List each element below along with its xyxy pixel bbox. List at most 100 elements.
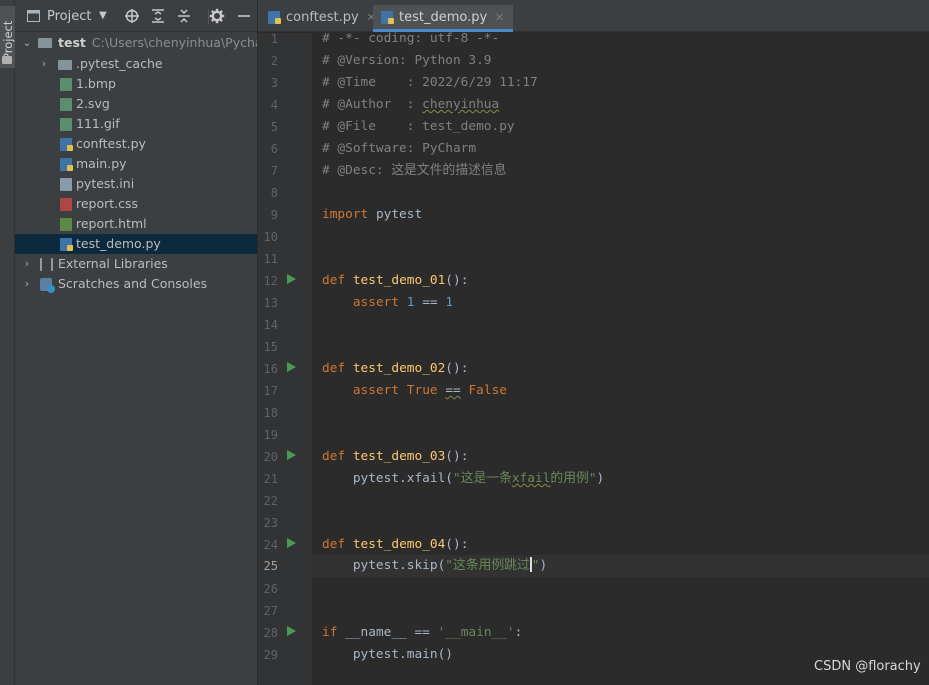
tree-item-label: External Libraries xyxy=(58,256,168,271)
code-line-5: # @File : test_demo.py xyxy=(322,119,515,134)
tree-item-label: report.css xyxy=(76,196,139,211)
string-literal: "这条用例跳过 xyxy=(445,558,530,573)
image-file-icon xyxy=(60,98,72,111)
line-number: 4 xyxy=(270,98,278,112)
keyword: True xyxy=(406,383,438,398)
line-number: 23 xyxy=(263,516,278,530)
tree-item-conftest-py[interactable]: conftest.py xyxy=(15,134,257,154)
line-number: 8 xyxy=(270,186,278,200)
root-folder-path: C:\Users\chenyinhua\Pycharm xyxy=(91,35,257,50)
code-line-13: assert 1 == 1 xyxy=(322,292,453,314)
function-name: test_demo_03 xyxy=(352,449,446,464)
project-panel: Project ▼ ⌄ test C:\Users\chenyinhua\Pyc… xyxy=(15,0,258,685)
tree-item-label: .pytest_cache xyxy=(76,56,163,71)
project-window-icon xyxy=(27,10,40,22)
line-number: 3 xyxy=(270,76,278,90)
line-number: 27 xyxy=(263,604,278,618)
crosshair-icon[interactable] xyxy=(124,8,140,24)
scratches-icon xyxy=(40,278,55,293)
code-line-25: pytest.skip("这条用例跳过 ") xyxy=(322,555,547,577)
project-panel-title[interactable]: Project xyxy=(47,9,91,24)
expand-all-icon[interactable] xyxy=(150,8,166,24)
chevron-down-icon[interactable]: ⌄ xyxy=(21,32,33,54)
tree-item-label: 1.bmp xyxy=(76,76,116,91)
keyword: import xyxy=(322,207,369,222)
keyword: def xyxy=(322,449,346,464)
function-name: test_demo_04 xyxy=(352,537,446,552)
tree-item-external-libraries[interactable]: › External Libraries xyxy=(15,254,257,274)
code-text: pytest xyxy=(368,207,423,222)
folder-icon xyxy=(2,56,12,64)
code-line-4: # @Author : chenyinhua xyxy=(322,94,499,116)
image-file-icon xyxy=(60,78,72,91)
project-panel-header: Project ▼ xyxy=(15,0,257,32)
tree-item-scratches[interactable]: › Scratches and Consoles xyxy=(15,274,257,294)
chevron-right-icon[interactable]: › xyxy=(21,274,33,294)
code-text: ) xyxy=(539,558,548,573)
code-text: __name__ == xyxy=(337,625,438,640)
code-line-29: pytest.main() xyxy=(322,647,453,662)
line-number: 28 xyxy=(263,626,278,640)
python-file-icon xyxy=(60,138,73,151)
code-line-6: # @Software: PyCharm xyxy=(322,141,477,156)
css-file-icon xyxy=(60,198,72,211)
chevron-right-icon[interactable]: › xyxy=(21,254,33,274)
tree-item-pytest-cache[interactable]: › .pytest_cache xyxy=(15,54,257,74)
tree-item-111-gif[interactable]: 111.gif xyxy=(15,114,257,134)
code-text: pytest.xfail( xyxy=(322,471,453,486)
tree-item-label: conftest.py xyxy=(76,136,146,151)
tree-item-report-html[interactable]: report.html xyxy=(15,214,257,234)
chevron-right-icon[interactable]: › xyxy=(38,54,50,74)
tree-item-label: report.html xyxy=(76,216,147,231)
code-line-9: import pytest xyxy=(322,204,422,226)
line-number: 20 xyxy=(263,450,278,464)
keyword: if xyxy=(322,625,338,640)
gear-icon[interactable] xyxy=(209,8,225,24)
tree-item-label: 111.gif xyxy=(76,116,120,131)
run-test-icon[interactable] xyxy=(287,450,296,460)
code-line-28: if __name__ == '__main__': xyxy=(322,622,522,644)
string-literal: 的用例" xyxy=(550,471,597,486)
run-test-icon[interactable] xyxy=(287,362,296,372)
chevron-down-icon[interactable]: ▼ xyxy=(99,10,107,21)
code-text: (): xyxy=(445,537,469,552)
line-number: 13 xyxy=(263,296,278,310)
python-file-icon xyxy=(268,11,281,24)
tab-label: conftest.py xyxy=(286,10,359,25)
run-test-icon[interactable] xyxy=(287,538,296,548)
collapse-all-icon[interactable] xyxy=(176,8,192,24)
tree-item-2-svg[interactable]: 2.svg xyxy=(15,94,257,114)
code-text: (): xyxy=(445,449,469,464)
image-file-icon xyxy=(60,118,72,131)
line-number: 7 xyxy=(270,164,278,178)
run-test-icon[interactable] xyxy=(287,626,296,636)
tree-item-report-css[interactable]: report.css xyxy=(15,194,257,214)
function-name: test_demo_01 xyxy=(352,273,446,288)
keyword: assert xyxy=(352,295,400,310)
tree-item-label: test_demo.py xyxy=(76,236,161,251)
string-literal: xfail xyxy=(511,471,551,486)
keyword: def xyxy=(322,273,346,288)
code-line-16: def test_demo_02(): xyxy=(322,358,468,380)
tree-item-label: 2.svg xyxy=(76,96,110,111)
line-number: 1 xyxy=(270,32,278,46)
tree-item-pytest-ini[interactable]: pytest.ini xyxy=(15,174,257,194)
minimize-icon[interactable] xyxy=(236,8,252,24)
line-number: 19 xyxy=(263,428,278,442)
line-number: 11 xyxy=(263,252,278,266)
tree-item-main-py[interactable]: main.py xyxy=(15,154,257,174)
tree-item-test-demo-py[interactable]: test_demo.py xyxy=(15,234,257,254)
tree-item-1-bmp[interactable]: 1.bmp xyxy=(15,74,257,94)
run-test-icon[interactable] xyxy=(287,274,296,284)
code-line-2: # @Version: Python 3.9 xyxy=(322,53,492,68)
line-number: 2 xyxy=(270,54,278,68)
keyword: def xyxy=(322,361,346,376)
tree-root-row[interactable]: ⌄ test C:\Users\chenyinhua\Pycharm xyxy=(15,32,257,54)
code-text: ) xyxy=(596,471,605,486)
line-number: 15 xyxy=(263,340,278,354)
comment-text: chenyinhua xyxy=(422,97,500,112)
tree-item-label: pytest.ini xyxy=(76,176,135,191)
